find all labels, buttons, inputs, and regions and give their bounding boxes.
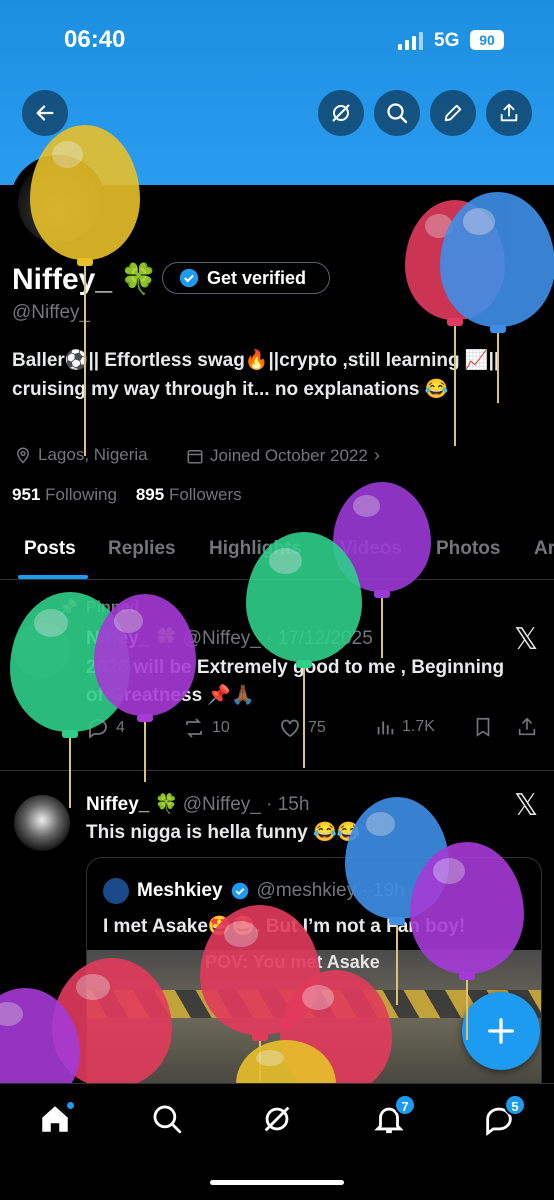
repost-button[interactable]: 10 (182, 716, 230, 740)
reply-icon (89, 719, 107, 739)
balloon (405, 200, 505, 452)
repost-count: 10 (212, 719, 230, 736)
search-icon (153, 1105, 182, 1134)
battery-icon: 90 (470, 30, 504, 50)
tab-replies[interactable]: Replies (108, 538, 176, 560)
grok-icon (332, 104, 350, 122)
post-share-button[interactable] (516, 716, 538, 738)
get-verified-button[interactable]: Get verified (162, 262, 330, 294)
heart-icon (281, 719, 299, 738)
following-count[interactable]: 951 (12, 485, 40, 504)
views-button[interactable]: 1.7K (374, 716, 435, 738)
location-label: Lagos, Nigeria (38, 445, 148, 464)
location-pin-icon (16, 447, 30, 464)
signal-icon (398, 32, 424, 50)
nav-grok[interactable] (260, 1102, 294, 1136)
search-icon (387, 103, 408, 124)
status-time: 06:40 (64, 26, 126, 53)
tab-indicator (18, 575, 88, 579)
following-label[interactable]: Following (45, 485, 117, 504)
share-icon (518, 717, 536, 736)
profile-name: Niffey_ 🍀 (12, 263, 158, 296)
post-handle-time[interactable]: @Niffey_ · 17/12/2025 (183, 628, 373, 649)
profile-tabs: Posts Replies Highlights Videos Photos A… (0, 530, 554, 580)
views-count: 1.7K (402, 718, 435, 735)
reply-count: 4 (116, 719, 125, 736)
x-logo-icon: 𝕏 (514, 623, 539, 656)
nav-home[interactable] (38, 1102, 74, 1136)
tab-posts[interactable]: Posts (24, 538, 76, 560)
back-button[interactable] (22, 90, 68, 136)
home-dot (67, 1102, 74, 1109)
nav-search[interactable] (150, 1102, 184, 1136)
post-author-name[interactable]: Niffey_ 🍀 (86, 794, 178, 815)
profile-joined[interactable]: Joined October 2022 › (186, 445, 380, 466)
notifications-badge: 7 (394, 1094, 416, 1116)
network-label: 5G (434, 30, 460, 51)
profile-avatar[interactable] (10, 155, 106, 251)
profile-location: Lagos, Nigeria (14, 445, 148, 465)
edit-icon (444, 104, 462, 122)
grok-icon (264, 1106, 290, 1132)
quote-author-name: Meshkiey (137, 880, 223, 901)
like-count: 75 (308, 719, 326, 736)
nav-notifications[interactable]: 7 (372, 1094, 416, 1136)
post-handle-time[interactable]: @Niffey_ · 15h (183, 794, 310, 815)
post-avatar[interactable] (14, 622, 70, 678)
tab-photos[interactable]: Photos (436, 538, 500, 560)
joined-label: Joined October 2022 (210, 445, 368, 465)
post-text: 2026 will be Extremely good to me , Begi… (86, 657, 505, 706)
verified-badge-icon (231, 882, 248, 900)
followers-count[interactable]: 895 (136, 485, 164, 504)
post-avatar[interactable] (14, 795, 70, 851)
share-button[interactable] (486, 90, 532, 136)
post-divider (0, 770, 554, 771)
post-author-name[interactable]: Niffey_ 🍀 (86, 628, 178, 649)
video-caption: POV: You met Asake (205, 952, 380, 972)
bookmark-button[interactable] (472, 716, 494, 738)
bookmark-icon (476, 717, 490, 737)
quote-text: I met Asake🤩🤩. But I’m not a Fan boy! (103, 916, 466, 937)
pinned-label: 📌 Pinned (58, 599, 140, 617)
quote-handle-time: @meshkiey · 19h (256, 880, 405, 901)
post-text: This nigga is hella funny 😂😂 (86, 822, 361, 843)
edit-button[interactable] (430, 90, 476, 136)
follow-stats: 951 Following 895 Followers (12, 485, 242, 505)
quoted-post[interactable]: Meshkiey @meshkiey · 19h I met Asake🤩🤩. … (86, 857, 542, 1097)
search-button[interactable] (374, 90, 420, 136)
verified-badge-icon (179, 268, 199, 288)
like-button[interactable]: 75 (278, 716, 326, 740)
quote-avatar (103, 878, 129, 904)
tab-highlights[interactable]: Highlights (209, 538, 302, 560)
grok-button[interactable] (318, 90, 364, 136)
tab-videos[interactable]: Videos (340, 538, 402, 560)
nav-messages[interactable]: 5 (482, 1094, 526, 1136)
profile-handle: @Niffey_ (12, 302, 91, 323)
get-verified-label: Get verified (207, 267, 307, 288)
messages-badge: 5 (504, 1094, 526, 1116)
profile-bio: Baller⚽|| Effortless swag🔥||crypto ,stil… (12, 350, 500, 400)
share-icon (500, 103, 518, 122)
home-indicator (210, 1180, 344, 1185)
calendar-icon (187, 449, 203, 463)
reply-button[interactable]: 4 (86, 716, 125, 740)
post-actions: 4 10 75 1.7K (86, 716, 540, 742)
chevron-right-icon: › (373, 445, 380, 465)
compose-button[interactable] (462, 992, 540, 1070)
x-logo-icon: 𝕏 (514, 789, 539, 822)
arrow-left-icon (36, 105, 54, 121)
quote-header: Meshkiey @meshkiey · 19h (103, 878, 405, 904)
tab-articles[interactable]: Ar (534, 538, 554, 560)
post-header: Niffey_ 🍀 @Niffey_ · 15h (86, 792, 309, 816)
followers-label[interactable]: Followers (169, 485, 242, 504)
post-header: Niffey_ 🍀 @Niffey_ · 17/12/2025 (86, 626, 373, 650)
repost-icon (186, 718, 202, 738)
plus-icon (488, 1018, 514, 1044)
views-icon (377, 721, 394, 735)
pin-icon: 📌 (58, 600, 78, 617)
